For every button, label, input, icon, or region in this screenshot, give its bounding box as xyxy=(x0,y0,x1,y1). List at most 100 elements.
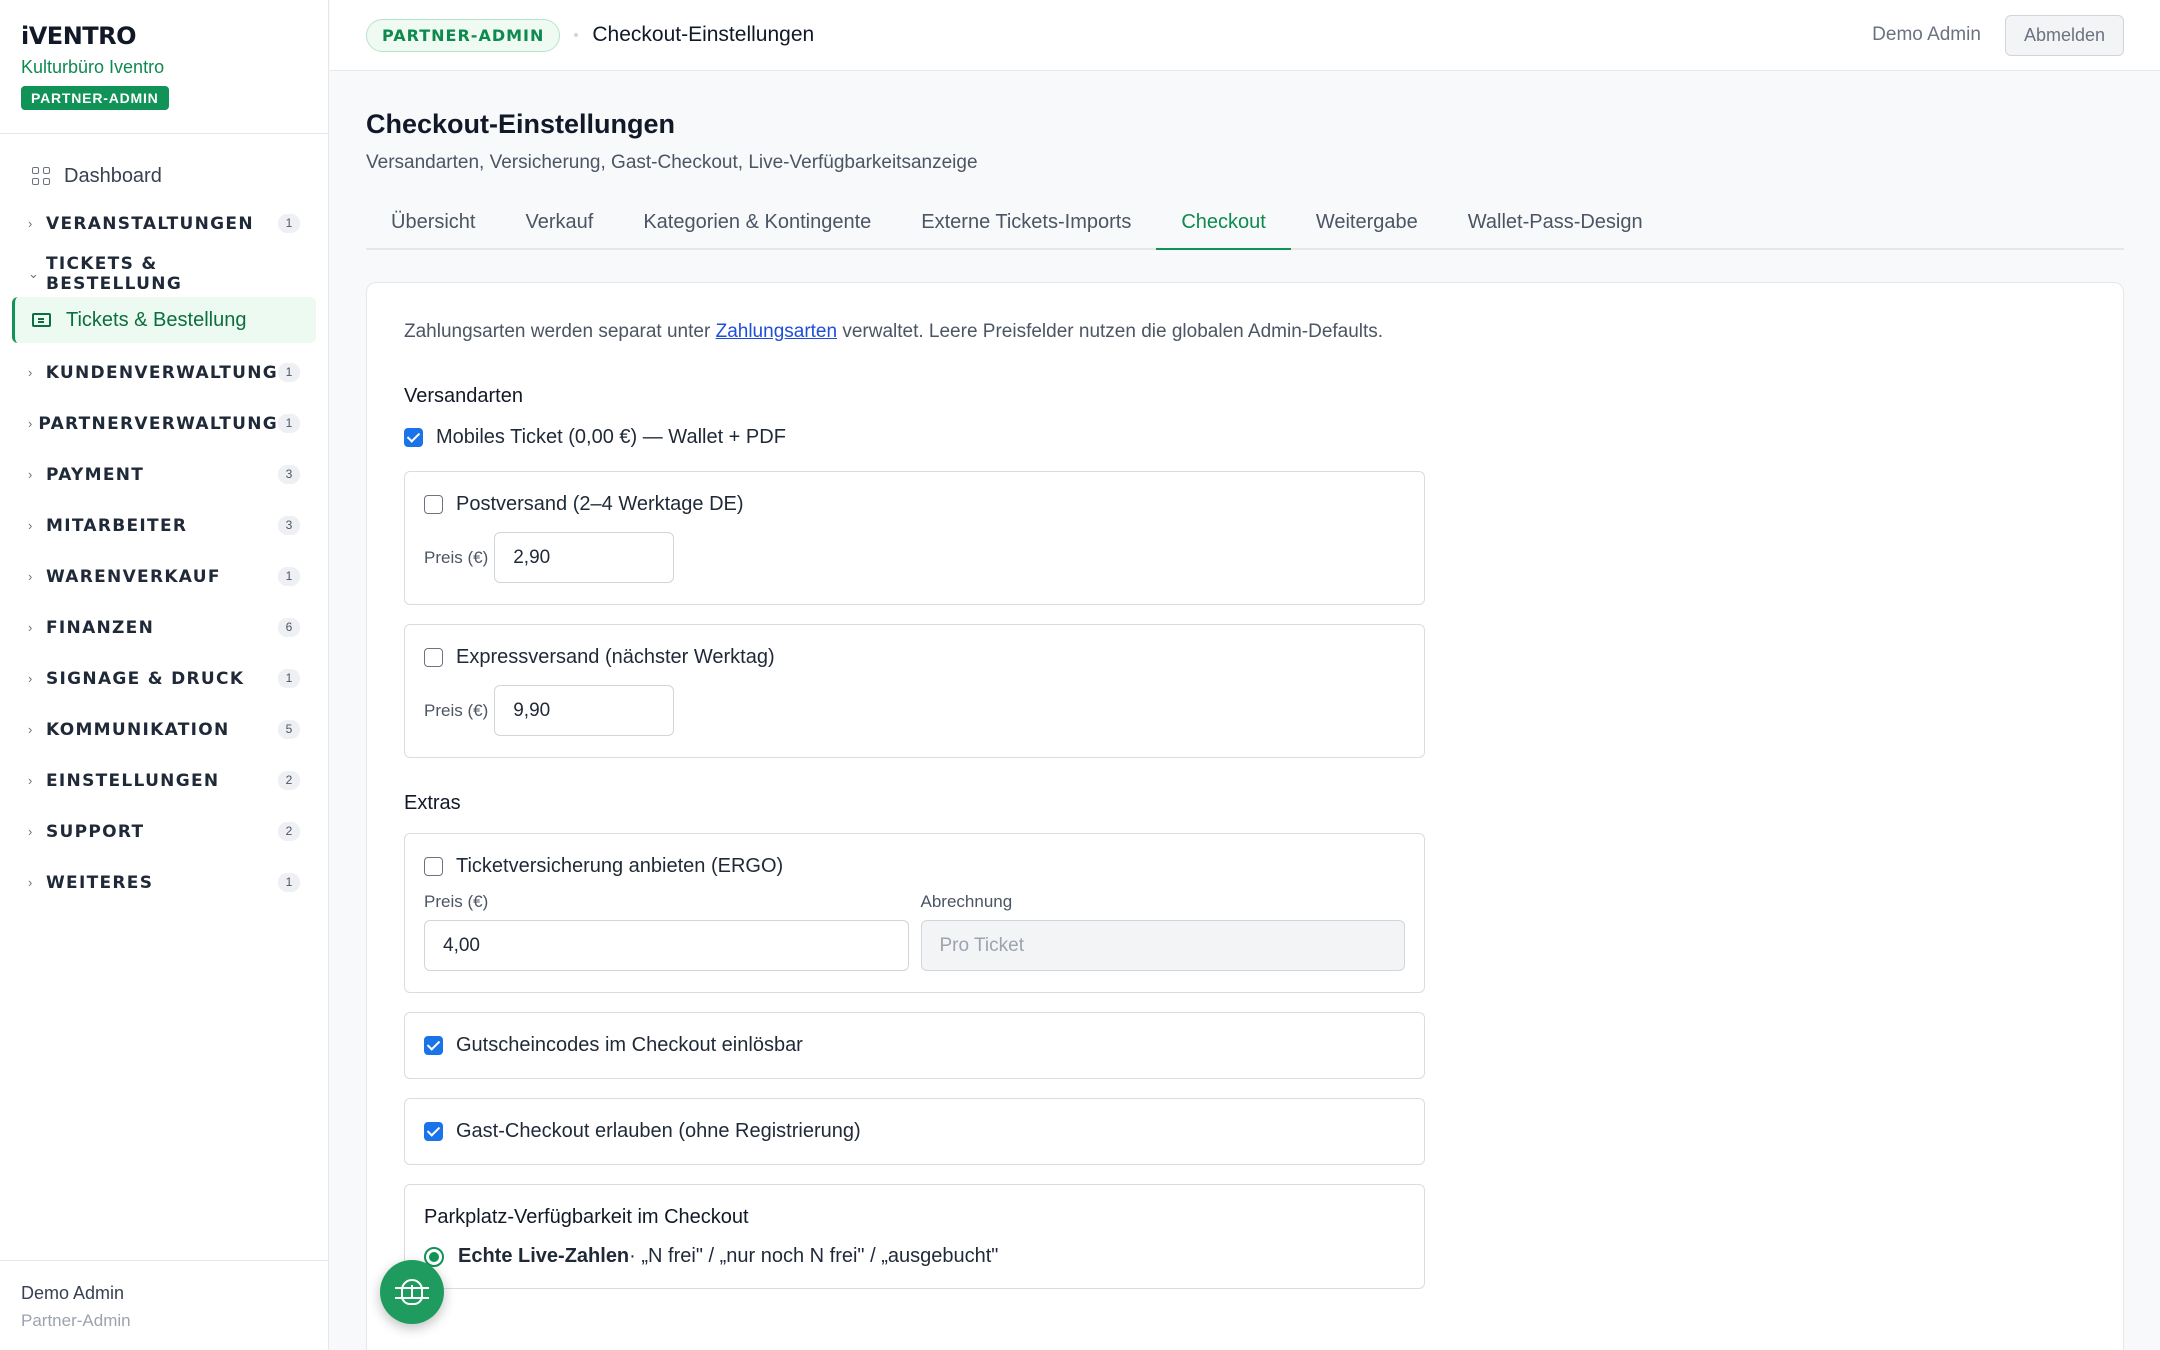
chevron-right-icon: › xyxy=(28,620,33,635)
chevron-right-icon: › xyxy=(28,467,33,482)
postversand-option[interactable]: Postversand (2–4 Werktage DE) xyxy=(424,493,1405,516)
guest-checkout-label: Gast-Checkout erlauben (ohne Registrieru… xyxy=(456,1120,861,1142)
chevron-right-icon: › xyxy=(28,216,33,231)
voucher-option[interactable]: Gutscheincodes im Checkout einlösbar xyxy=(424,1034,1405,1057)
tab-wallet-pass-design[interactable]: Wallet-Pass-Design xyxy=(1443,204,1668,250)
breadcrumb-current: Checkout-Einstellungen xyxy=(592,23,815,46)
insurance-price-col: Preis (€) 4,00 xyxy=(424,892,909,971)
checkout-settings-card: Zahlungsarten werden separat unter Zahlu… xyxy=(366,282,2124,1350)
dashboard-grid-icon xyxy=(32,167,50,185)
tab-checkout[interactable]: Checkout xyxy=(1156,204,1291,250)
bug-report-button[interactable] xyxy=(380,1260,444,1324)
sidebar-item-tickets-bestellung[interactable]: Tickets & Bestellung xyxy=(12,297,316,343)
sidebar-group-label: FINANZEN xyxy=(46,617,155,638)
mobile-ticket-option[interactable]: Mobiles Ticket (0,00 €) — Wallet + PDF xyxy=(404,426,2086,449)
expressversand-price-input[interactable]: 9,90 xyxy=(494,685,675,736)
mobile-ticket-checkbox[interactable] xyxy=(404,428,423,447)
expressversand-option[interactable]: Expressversand (nächster Werktag) xyxy=(424,646,1405,669)
voucher-box: Gutscheincodes im Checkout einlösbar xyxy=(404,1012,1425,1079)
brand-org-name: Kulturbüro Iventro xyxy=(21,57,165,77)
sidebar-item-dashboard[interactable]: Dashboard xyxy=(0,154,328,198)
postversand-box: Postversand (2–4 Werktage DE) Preis (€) … xyxy=(404,471,1425,605)
parking-live-option[interactable]: Echte Live-Zahlen · „N frei" / „nur noch… xyxy=(424,1245,1405,1268)
sidebar-group-label: WARENVERKAUF xyxy=(46,566,221,587)
guest-checkout-box: Gast-Checkout erlauben (ohne Registrieru… xyxy=(404,1098,1425,1165)
parking-title: Parkplatz-Verfügbarkeit im Checkout xyxy=(424,1206,749,1228)
sidebar-group-label: KUNDENVERWALTUNG xyxy=(45,362,278,383)
insurance-billing-label: Abrechnung xyxy=(920,892,1013,911)
zahlungsarten-link[interactable]: Zahlungsarten xyxy=(716,321,837,342)
sidebar-item-label: Dashboard xyxy=(64,164,162,187)
sidebar-nav: Dashboard › VERANSTALTUNGEN 1 ⌄ TICKETS … xyxy=(0,134,328,908)
sidebar-group-tickets[interactable]: ⌄ TICKETS & BESTELLUNG xyxy=(0,251,328,297)
sidebar-group-count: 2 xyxy=(278,771,300,790)
section-title-extras: Extras xyxy=(404,792,461,814)
postversand-price-input[interactable]: 2,90 xyxy=(494,532,675,583)
sidebar-group-label: KOMMUNIKATION xyxy=(46,719,230,740)
tab-weitergabe[interactable]: Weitergabe xyxy=(1291,204,1443,250)
sidebar-group-label: VERANSTALTUNGEN xyxy=(46,213,254,234)
expressversand-box: Expressversand (nächster Werktag) Preis … xyxy=(404,624,1425,758)
expressversand-price-row: Preis (€) 9,90 xyxy=(424,685,1405,736)
sidebar-group-einstellungen[interactable]: › EINSTELLUNGEN 2 xyxy=(0,755,328,806)
insurance-billing-col: Abrechnung Pro Ticket xyxy=(920,892,1405,971)
sidebar-group-warenverkauf[interactable]: › WARENVERKAUF 1 xyxy=(0,551,328,602)
chevron-right-icon: › xyxy=(28,569,33,584)
current-user-name: Demo Admin xyxy=(1872,24,1981,45)
breadcrumb-separator xyxy=(574,33,579,37)
bug-icon xyxy=(395,1279,429,1305)
insurance-option[interactable]: Ticketversicherung anbieten (ERGO) xyxy=(424,855,1405,878)
tab-uebersicht[interactable]: Übersicht xyxy=(366,204,500,250)
sidebar-group-partnerverwaltung[interactable]: › PARTNERVERWALTUNG 1 xyxy=(0,398,328,449)
info-text-before: Zahlungsarten werden separat unter xyxy=(404,321,716,342)
sidebar-group-mitarbeiter[interactable]: › MITARBEITER 3 xyxy=(0,500,328,551)
chevron-right-icon: › xyxy=(28,875,33,890)
sidebar: iVENTRO Kulturbüro Iventro PARTNER-ADMIN… xyxy=(0,0,329,1350)
sidebar-group-signage-druck[interactable]: › SIGNAGE & DRUCK 1 xyxy=(0,653,328,704)
expressversand-checkbox[interactable] xyxy=(424,648,443,667)
expressversand-label: Expressversand (nächster Werktag) xyxy=(456,646,775,668)
insurance-box: Ticketversicherung anbieten (ERGO) Preis… xyxy=(404,833,1425,993)
chevron-right-icon: › xyxy=(28,722,33,737)
postversand-checkbox[interactable] xyxy=(424,495,443,514)
sidebar-group-finanzen[interactable]: › FINANZEN 6 xyxy=(0,602,328,653)
chevron-right-icon: › xyxy=(28,365,33,380)
guest-checkout-checkbox[interactable] xyxy=(424,1122,443,1141)
logout-button[interactable]: Abmelden xyxy=(2004,14,2124,56)
brand-logo[interactable]: iVENTRO xyxy=(21,22,307,50)
voucher-label: Gutscheincodes im Checkout einlösbar xyxy=(456,1034,803,1056)
insurance-checkbox[interactable] xyxy=(424,857,443,876)
chevron-right-icon: › xyxy=(28,773,33,788)
settings-tabs: Übersicht Verkauf Kategorien & Kontingen… xyxy=(366,204,2124,250)
insurance-billing-input[interactable]: Pro Ticket xyxy=(920,920,1405,971)
sidebar-group-count: 2 xyxy=(278,822,300,841)
insurance-price-input[interactable]: 4,00 xyxy=(424,920,909,971)
parking-live-label: Echte Live-Zahlen xyxy=(458,1245,630,1267)
tab-externe-tickets-imports[interactable]: Externe Tickets-Imports xyxy=(896,204,1156,250)
section-title-versandarten: Versandarten xyxy=(404,385,523,407)
sidebar-group-kommunikation[interactable]: › KOMMUNIKATION 5 xyxy=(0,704,328,755)
mobile-ticket-label: Mobiles Ticket (0,00 €) — Wallet + PDF xyxy=(436,426,786,448)
sidebar-group-payment[interactable]: › PAYMENT 3 xyxy=(0,449,328,500)
tab-kategorien-kontingente[interactable]: Kategorien & Kontingente xyxy=(618,204,896,250)
price-label: Preis (€) xyxy=(424,547,489,567)
footer-user-name: Demo Admin xyxy=(21,1283,125,1303)
tab-verkauf[interactable]: Verkauf xyxy=(500,204,618,250)
sidebar-item-label: Tickets & Bestellung xyxy=(66,308,247,331)
main-content: Checkout-Einstellungen Versandarten, Ver… xyxy=(366,71,2124,1350)
sidebar-group-support[interactable]: › SUPPORT 2 xyxy=(0,806,328,857)
guest-checkout-option[interactable]: Gast-Checkout erlauben (ohne Registrieru… xyxy=(424,1120,1405,1143)
insurance-fields: Preis (€) 4,00 Abrechnung Pro Ticket xyxy=(424,892,1405,971)
insurance-price-label: Preis (€) xyxy=(424,892,489,911)
parking-box: Parkplatz-Verfügbarkeit im Checkout Echt… xyxy=(404,1184,1425,1289)
sidebar-group-count: 3 xyxy=(278,465,300,484)
sidebar-group-veranstaltungen[interactable]: › VERANSTALTUNGEN 1 xyxy=(0,198,328,249)
sidebar-group-count: 3 xyxy=(278,516,300,535)
sidebar-group-weiteres[interactable]: › WEITERES 1 xyxy=(0,857,328,908)
sidebar-group-kundenverwaltung[interactable]: › KUNDENVERWALTUNG 1 xyxy=(0,347,328,398)
sidebar-group-label: PARTNERVERWALTUNG xyxy=(38,413,278,434)
sidebar-group-count: 1 xyxy=(278,414,300,433)
footer-user-role: Partner-Admin xyxy=(21,1311,131,1330)
info-text: Zahlungsarten werden separat unter Zahlu… xyxy=(404,321,2086,343)
voucher-checkbox[interactable] xyxy=(424,1036,443,1055)
